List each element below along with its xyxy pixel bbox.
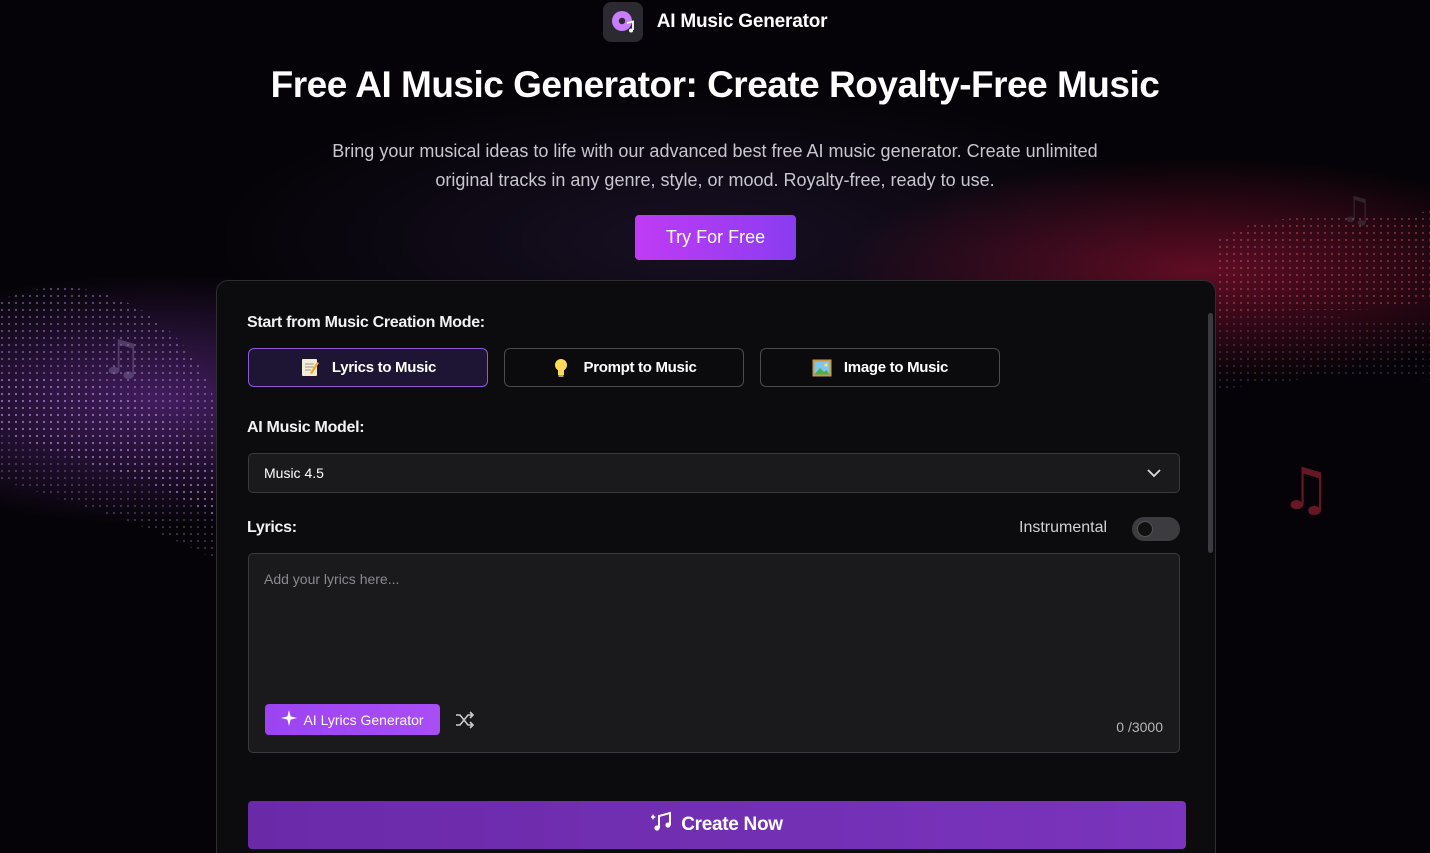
- music-creation-panel: Start from Music Creation Mode: Lyrics t…: [216, 280, 1216, 853]
- mode-label: Start from Music Creation Mode:: [247, 314, 485, 331]
- lyrics-input[interactable]: [249, 554, 1179, 694]
- memo-icon: [300, 358, 320, 378]
- create-now-button[interactable]: Create Now: [248, 801, 1186, 849]
- brand-name[interactable]: AI Music Generator: [657, 11, 828, 33]
- music-notes-icon: [650, 811, 673, 839]
- picture-icon: [812, 358, 832, 378]
- create-now-label: Create Now: [681, 814, 783, 835]
- panel-scrollbar[interactable]: [1208, 313, 1213, 553]
- lyrics-box: AI Lyrics Generator 0 /3000: [248, 553, 1180, 753]
- lyrics-label: Lyrics:: [247, 519, 297, 536]
- music-note-decoration: ♫: [1280, 455, 1332, 523]
- instrumental-label: Instrumental: [1019, 519, 1108, 536]
- mode-prompt-to-music-button[interactable]: Prompt to Music: [504, 348, 744, 387]
- lightbulb-icon: [551, 358, 571, 378]
- hero-subtitle-line2: original tracks in any genre, style, or …: [435, 170, 995, 190]
- hero-subtitle-line1: Bring your musical ideas to life with ou…: [332, 141, 1098, 161]
- mode-image-to-music-button[interactable]: Image to Music: [760, 348, 1000, 387]
- ai-lyrics-generator-label: AI Lyrics Generator: [303, 711, 424, 728]
- sparkle-icon: [281, 710, 298, 729]
- ai-lyrics-generator-button[interactable]: AI Lyrics Generator: [265, 704, 440, 735]
- shuffle-icon[interactable]: [455, 711, 475, 729]
- mode-prompt-to-music-label: Prompt to Music: [583, 359, 697, 376]
- character-counter: 0 /3000: [1116, 719, 1163, 735]
- music-note-decoration: ♫: [100, 330, 144, 386]
- site-header: AI Music Generator: [0, 2, 1430, 42]
- model-select[interactable]: Music 4.5: [248, 453, 1180, 493]
- hero-subtitle: Bring your musical ideas to life with ou…: [265, 137, 1165, 195]
- mode-lyrics-to-music-label: Lyrics to Music: [331, 359, 437, 376]
- try-for-free-button[interactable]: Try For Free: [635, 215, 796, 260]
- model-label: AI Music Model:: [247, 419, 365, 436]
- instrumental-toggle[interactable]: [1132, 517, 1180, 541]
- model-select-value: Music 4.5: [264, 465, 324, 481]
- mode-lyrics-to-music-button[interactable]: Lyrics to Music: [248, 348, 488, 387]
- page-title: Free AI Music Generator: Create Royalty-…: [270, 64, 1160, 105]
- mode-image-to-music-label: Image to Music: [843, 359, 949, 376]
- music-note-decoration: ♫: [1340, 190, 1373, 231]
- toggle-knob: [1137, 521, 1153, 537]
- chevron-down-icon: [1147, 465, 1161, 481]
- music-disc-icon[interactable]: [602, 2, 643, 42]
